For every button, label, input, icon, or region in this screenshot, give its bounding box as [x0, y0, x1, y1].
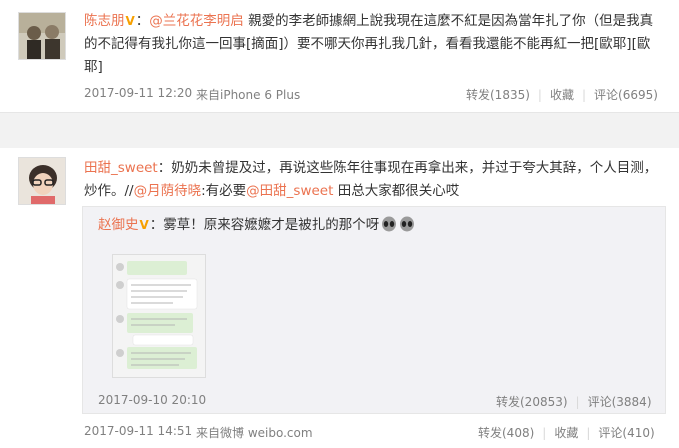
colon: ：	[135, 13, 150, 29]
feed-gap	[0, 112, 679, 150]
avatar[interactable]	[18, 12, 66, 60]
avatar[interactable]	[18, 157, 66, 205]
username-link[interactable]: 陈志朋	[84, 13, 125, 29]
action-bar: 转发(408) | 收藏 | 评论(410)	[478, 424, 655, 441]
v-badge-icon: V	[139, 218, 149, 232]
post-source[interactable]: 来自iPhone 6 Plus	[196, 86, 300, 103]
divider: |	[537, 88, 542, 102]
quoted-body: ：雾草！原来容嬷嬷才是被扎的那个呀	[149, 217, 380, 233]
post-body-3: 田总大家都很关心哎	[333, 183, 460, 199]
post-text: 田甜_sweet：奶奶未曾提及过，再说这些陈年往事现在再拿出来，并过于夸大其辞，…	[84, 157, 670, 203]
mention-link[interactable]: @月荫待晓	[134, 183, 202, 199]
post-body-2: :有必要	[201, 183, 247, 199]
v-badge-icon: V	[125, 14, 135, 28]
post-date[interactable]: 2017-09-11 12:20	[84, 86, 192, 100]
quoted-text: 赵御史V：雾草！原来容嬷嬷才是被扎的那个呀	[98, 214, 658, 237]
username-link[interactable]: 田甜_sweet	[84, 160, 158, 176]
alien-emoji-icon	[382, 216, 397, 232]
image-thumbnail[interactable]	[112, 254, 206, 378]
favorite-button[interactable]: 收藏	[550, 88, 574, 102]
comment-button[interactable]: 评论(6695)	[594, 88, 658, 102]
repost-button[interactable]: 转发(408)	[478, 426, 534, 440]
divider: |	[575, 395, 580, 409]
comment-button[interactable]: 评论(410)	[598, 426, 654, 440]
quoted-repost-button[interactable]: 转发(20853)	[496, 395, 568, 409]
quoted-action-bar: 转发(20853) | 评论(3884)	[496, 393, 652, 410]
divider: |	[581, 88, 587, 102]
post-text: 陈志朋V：@兰花花李明启 親愛的李老師據網上說我現在這麼不紅是因為當年扎了你（但…	[84, 10, 664, 79]
divider: |	[542, 426, 547, 440]
mention-link[interactable]: @田甜_sweet	[246, 183, 333, 199]
repost-button[interactable]: 转发(1835)	[466, 88, 530, 102]
mention-link[interactable]: @兰花花李明启	[149, 13, 244, 29]
post-source[interactable]: 来自微博 weibo.com	[196, 424, 313, 441]
favorite-button[interactable]: 收藏	[554, 426, 578, 440]
post-date[interactable]: 2017-09-11 14:51	[84, 424, 192, 438]
weibo-post-1: 陈志朋V：@兰花花李明启 親愛的李老師據網上說我現在這麼不紅是因為當年扎了你（但…	[0, 0, 679, 113]
quoted-date[interactable]: 2017-09-10 20:10	[98, 393, 206, 407]
quoted-username-link[interactable]: 赵御史	[98, 217, 139, 233]
action-bar: 转发(1835) | 收藏 | 评论(6695)	[466, 86, 658, 103]
quoted-comment-button[interactable]: 评论(3884)	[588, 395, 652, 409]
alien-emoji-icon	[400, 216, 415, 232]
divider: |	[586, 426, 591, 440]
